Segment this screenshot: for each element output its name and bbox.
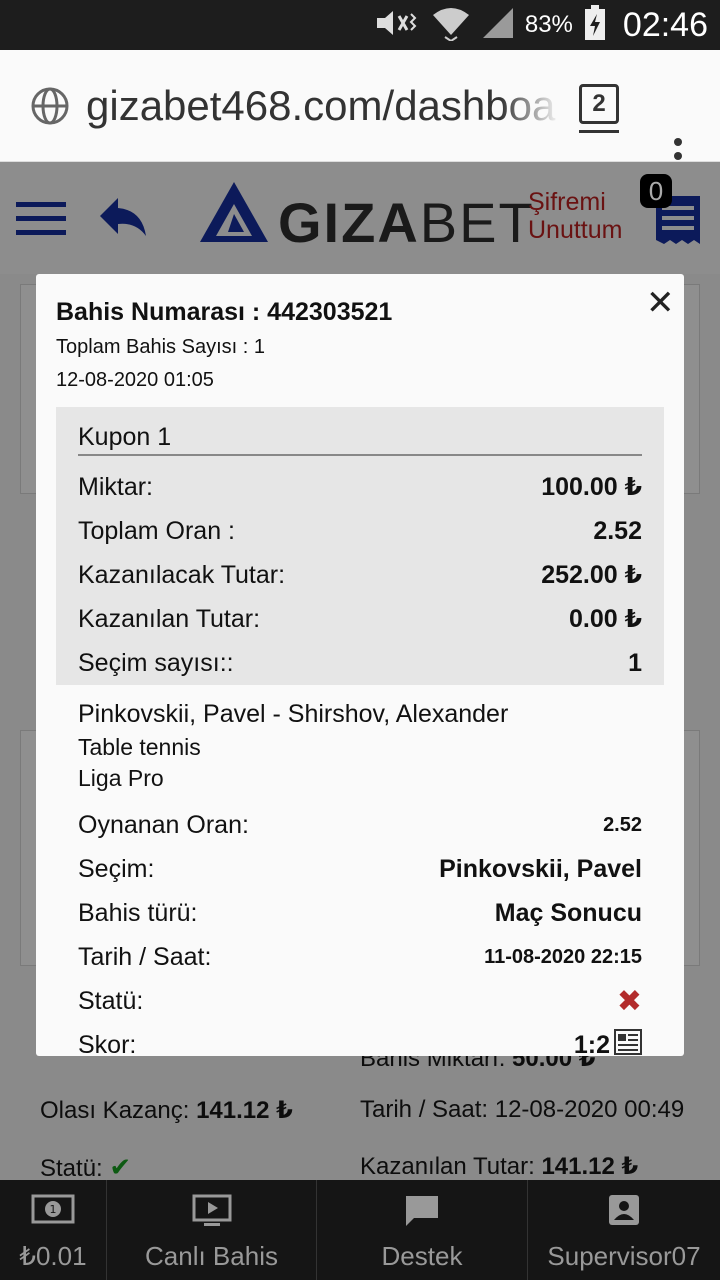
logo-icon — [198, 180, 270, 251]
tab-switcher-button[interactable]: 2 — [579, 84, 619, 133]
mute-icon — [373, 8, 421, 43]
battery-icon — [583, 4, 607, 47]
globe-icon — [30, 86, 70, 131]
event-sport: Table tennis — [78, 734, 201, 760]
detail-status: Statü: ✖ — [78, 984, 642, 1018]
site-header: GIZABET Şifremi Unuttum 0 — [0, 162, 720, 274]
detail-selection: Seçim: Pinkovskii, Pavel — [78, 854, 642, 883]
coupon-title: Kupon 1 — [78, 423, 642, 456]
nav-live-betting[interactable]: Canlı Bahis — [107, 1180, 317, 1280]
detail-bet-type: Bahis türü: Maç Sonucu — [78, 898, 642, 927]
url-fade — [500, 80, 560, 132]
nav-balance[interactable]: 1 ₺0.01 — [0, 1180, 107, 1280]
coupon-row-potential-win: Kazanılacak Tutar: 252.00 ₺ — [78, 560, 642, 590]
lost-x-icon: ✖ — [616, 984, 642, 1018]
detail-played-odds: Oynanan Oran: 2.52 — [78, 810, 642, 839]
detail-datetime: Tarih / Saat: 11-08-2020 22:15 — [78, 942, 642, 971]
check-icon: ✔ — [109, 1152, 132, 1182]
bet-number-title: Bahis Numarası : 442303521 — [56, 298, 393, 326]
coupon-row-selection-count: Seçim sayısı:: 1 — [78, 648, 642, 677]
nav-account[interactable]: Supervisor07 — [528, 1180, 720, 1280]
forgot-password-link[interactable]: Şifremi Unuttum — [528, 188, 638, 244]
bg-datetime: Tarih / Saat: 12-08-2020 00:49 — [360, 1096, 685, 1123]
scoreboard-icon[interactable] — [614, 1028, 642, 1057]
browser-toolbar: gizabet468.com/dashboard 2 — [0, 50, 720, 174]
bg-won-amount: Kazanılan Tutar: 141.12 ₺ — [360, 1153, 639, 1180]
bottom-nav: 1 ₺0.01 Canlı Bahis Destek Supervisor07 — [0, 1180, 720, 1280]
event-league: Liga Pro — [78, 765, 164, 791]
total-bets-count: Toplam Bahis Sayısı : 1 — [56, 336, 265, 358]
bg-status: Statü: ✔ — [40, 1152, 132, 1182]
clock: 02:46 — [622, 5, 708, 44]
coupon-row-total-odds: Toplam Oran :2.52 — [78, 516, 642, 545]
status-bar: 83% 02:46 — [0, 0, 720, 50]
event-match: Pinkovskii, Pavel - Shirshov, Alexander — [78, 700, 509, 728]
bet-slip-count-badge: 0 — [640, 174, 672, 208]
coupon-row-won-amount: Kazanılan Tutar: 0.00 ₺ — [78, 604, 642, 634]
chat-icon — [404, 1194, 440, 1233]
money-icon: 1 — [31, 1194, 75, 1229]
detail-score: Skor: 1:2 — [78, 1025, 642, 1056]
signal-icon — [481, 6, 515, 45]
bet-datetime: 12-08-2020 01:05 — [56, 369, 214, 391]
live-tv-icon — [192, 1194, 232, 1233]
bg-potential-win: Olası Kazanç: 141.12 ₺ — [40, 1097, 293, 1124]
svg-text:1: 1 — [50, 1203, 57, 1216]
back-arrow-icon[interactable] — [98, 196, 148, 245]
hamburger-menu-icon[interactable] — [16, 202, 66, 244]
battery-percent: 83% — [524, 11, 573, 38]
close-icon[interactable]: ✕ — [646, 286, 675, 320]
logo-text: GIZABET — [278, 191, 535, 254]
coupon-summary: Kupon 1 Miktar: 100.00 ₺ Toplam Oran :2.5… — [56, 407, 664, 685]
bet-details-modal: ✕ Bahis Numarası : 442303521 Toplam Bahi… — [36, 274, 684, 1056]
coupon-row-amount: Miktar: 100.00 ₺ — [78, 472, 642, 502]
url-bar[interactable]: gizabet468.com/dashboard — [86, 80, 556, 132]
wifi-icon — [431, 5, 471, 46]
nav-support[interactable]: Destek — [317, 1180, 528, 1280]
user-icon — [608, 1194, 640, 1231]
